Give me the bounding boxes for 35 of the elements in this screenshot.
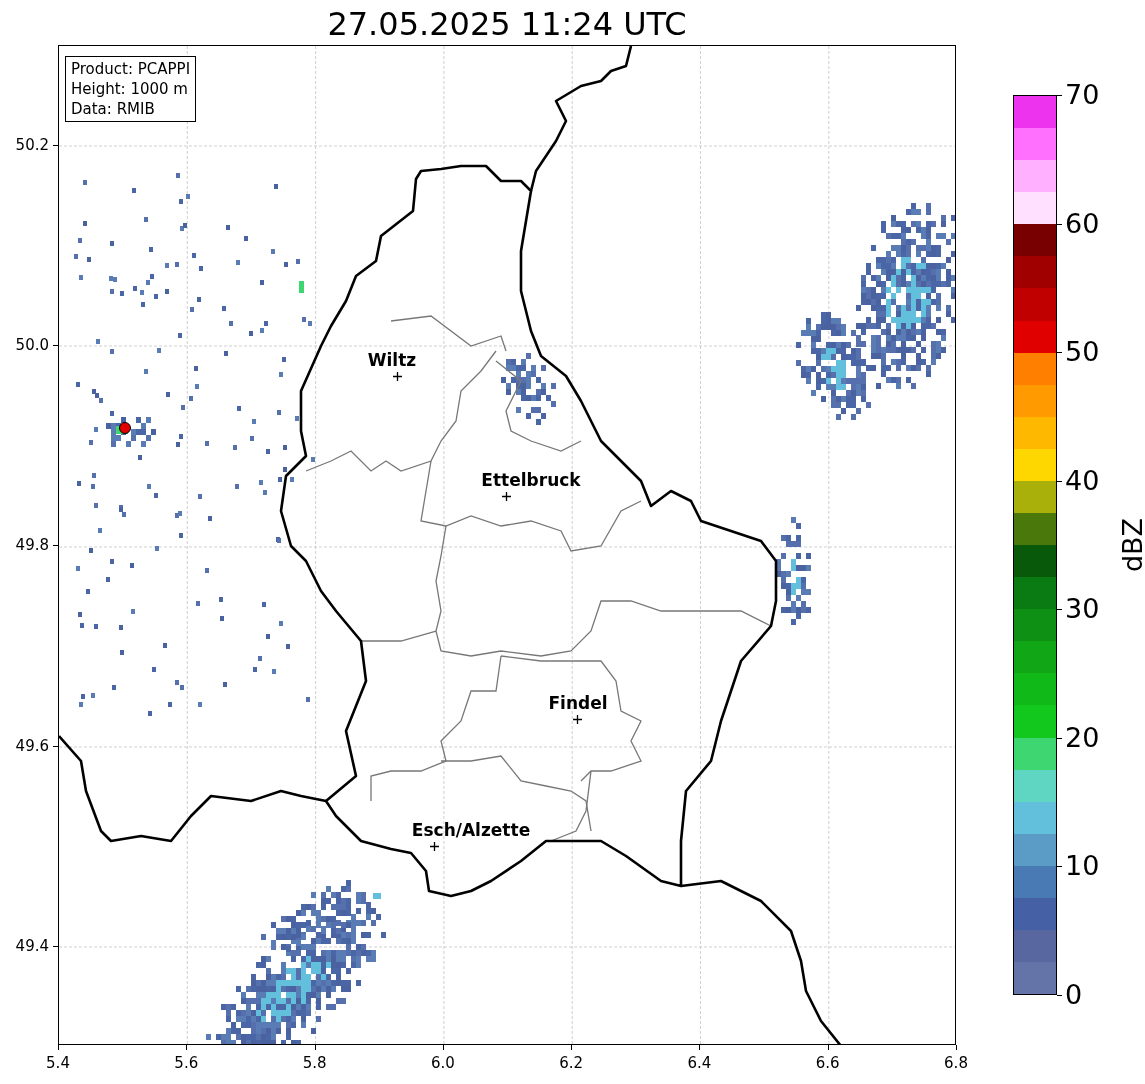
axis-tick-label: 6.8: [944, 1054, 968, 1072]
info-line: Data: RMIB: [71, 99, 156, 119]
info-line: Product: PCAPPI: [71, 59, 191, 79]
city-label: Findel: [548, 693, 608, 713]
plus-marker-icon: [392, 371, 402, 381]
colorbar-label: dBZ: [1118, 517, 1145, 573]
axis-tick-label: 5.8: [302, 1054, 327, 1072]
colorbar-tick-label: 50: [1065, 337, 1100, 368]
axis-tick-label: 49.8: [15, 536, 49, 555]
colorbar-tick-label: 30: [1065, 594, 1100, 625]
plus-marker-icon: [501, 491, 511, 501]
axis-tick-label: 6.2: [559, 1054, 584, 1072]
axis-tick-label: 5.4: [46, 1054, 70, 1072]
city-label: Esch/Alzette: [411, 820, 531, 840]
axis-tick-label: 6.4: [687, 1054, 712, 1072]
info-line: Height: 1000 m: [71, 79, 189, 99]
axis-tick-label: 5.6: [174, 1054, 199, 1072]
axis-tick-label: 49.6: [15, 736, 49, 755]
site-marker-icon: [119, 422, 131, 434]
plus-marker-icon: [429, 841, 439, 851]
colorbar-tick-label: 20: [1065, 722, 1100, 753]
colorbar-tick-label: 60: [1065, 208, 1100, 239]
axis-tick-label: 49.4: [15, 936, 49, 955]
plus-marker-icon: [572, 714, 582, 724]
colorbar-tick-label: 0: [1065, 980, 1083, 1010]
axis-tick-label: 6.0: [430, 1054, 455, 1072]
colorbar-tick-label: 40: [1065, 465, 1100, 496]
city-label: Wiltz: [367, 350, 417, 370]
axis-tick-label: 6.6: [815, 1054, 840, 1072]
colorbar-tick-label: 70: [1065, 80, 1100, 110]
colorbar-tick-label: 10: [1065, 851, 1100, 882]
city-label: Ettelbruck: [481, 470, 581, 490]
plot-title: 27.05.2025 11:24 UTC: [326, 4, 688, 44]
axis-tick-label: 50.0: [15, 336, 49, 355]
axis-tick-label: 50.2: [15, 136, 49, 154]
